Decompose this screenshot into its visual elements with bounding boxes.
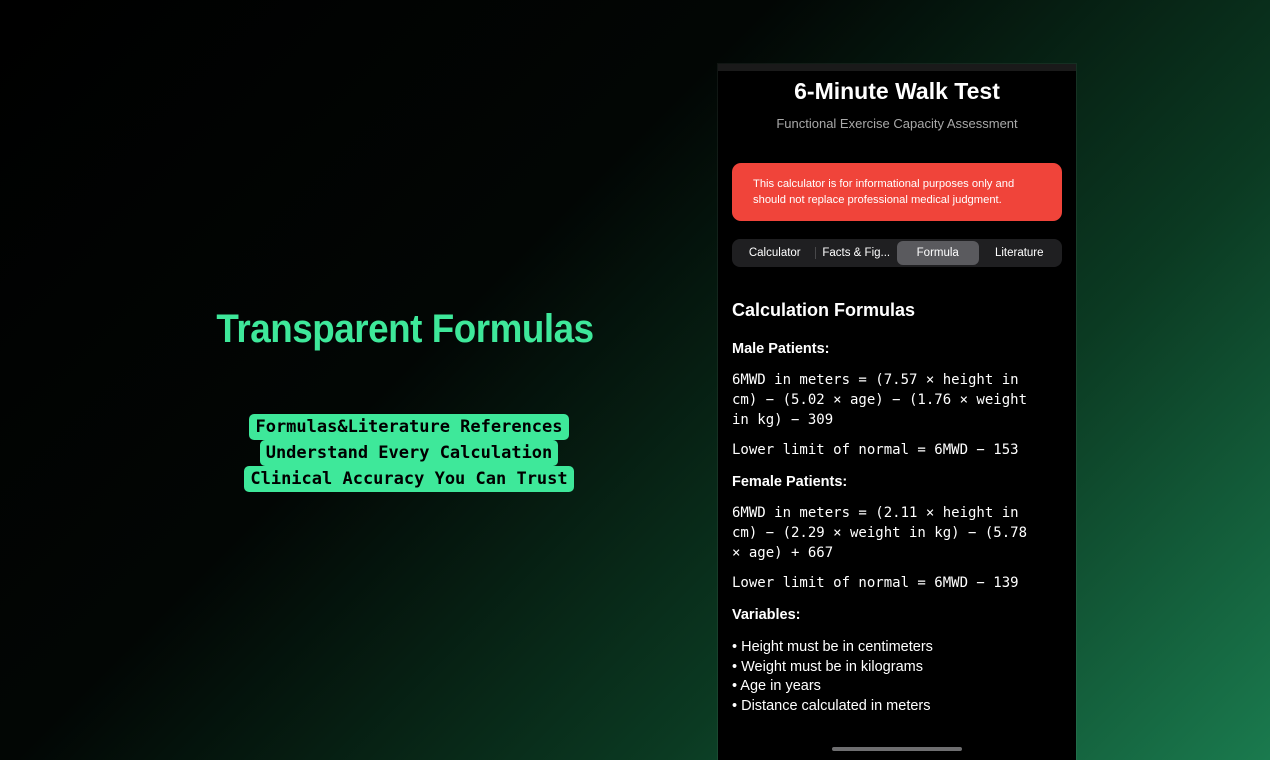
variables-list: • Height must be in centimeters • Weight… bbox=[732, 638, 933, 716]
promo-title: Transparent Formulas bbox=[216, 307, 594, 351]
phone-screen: 6-Minute Walk Test Functional Exercise C… bbox=[718, 64, 1076, 760]
male-lower-limit: Lower limit of normal = 6MWD − 153 bbox=[732, 442, 1019, 458]
disclaimer-text-line: This calculator is for informational pur… bbox=[753, 178, 1015, 190]
disclaimer-banner: This calculator is for informational pur… bbox=[732, 163, 1062, 221]
tab-segmented-control: Calculator Facts & Fig... Formula Litera… bbox=[732, 239, 1062, 267]
male-heading: Male Patients: bbox=[732, 341, 830, 357]
status-bar bbox=[718, 64, 1076, 71]
female-heading: Female Patients: bbox=[732, 474, 848, 490]
tab-formula[interactable]: Formula bbox=[897, 241, 979, 265]
variables-heading: Variables: bbox=[732, 607, 801, 623]
female-formula: 6MWD in meters = (2.11 × height in cm) −… bbox=[732, 505, 1028, 561]
disclaimer-text-line: should not replace professional medical … bbox=[753, 194, 1002, 206]
promo-line: Clinical Accuracy You Can Trust bbox=[244, 466, 574, 492]
list-item: • Weight must be in kilograms bbox=[732, 658, 923, 675]
section-heading: Calculation Formulas bbox=[732, 300, 916, 320]
tab-literature[interactable]: Literature bbox=[979, 241, 1061, 265]
list-item: • Age in years bbox=[732, 678, 821, 695]
tab-facts-figures[interactable]: Facts & Fig... bbox=[816, 241, 898, 265]
home-indicator[interactable] bbox=[832, 747, 962, 751]
female-lower-limit: Lower limit of normal = 6MWD − 139 bbox=[732, 575, 1019, 591]
app-title: 6-Minute Walk Test bbox=[794, 78, 1000, 104]
promo-line: Formulas&Literature References bbox=[249, 414, 569, 440]
tab-calculator[interactable]: Calculator bbox=[734, 241, 816, 265]
promo-feature-list: Formulas&Literature References Understan… bbox=[160, 414, 658, 492]
app-subtitle: Functional Exercise Capacity Assessment bbox=[776, 116, 1018, 131]
list-item: • Height must be in centimeters bbox=[732, 639, 933, 655]
promo-line: Understand Every Calculation bbox=[259, 440, 559, 466]
male-formula: 6MWD in meters = (7.57 × height in cm) −… bbox=[732, 372, 1028, 428]
list-item: • Distance calculated in meters bbox=[732, 697, 931, 714]
